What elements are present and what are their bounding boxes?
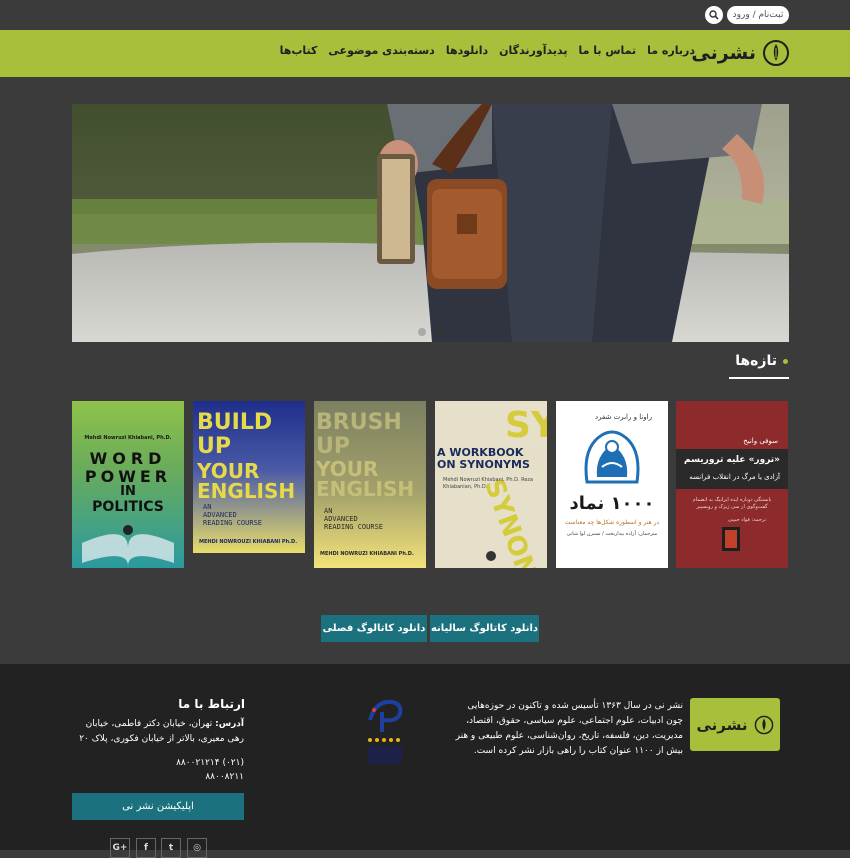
svg-text:SY: SY bbox=[505, 405, 547, 446]
slide-image bbox=[72, 104, 789, 342]
book-desc-2: ADVANCED bbox=[324, 515, 358, 523]
nav-books[interactable]: کتاب‌ها bbox=[280, 44, 318, 57]
book-author: MEHDI NOWRUZI KHIABANI Ph.D. bbox=[320, 551, 414, 557]
book-title: YOUR ENGLISH bbox=[197, 459, 296, 503]
nav-downloads[interactable]: دانلودها bbox=[446, 44, 488, 57]
book-subtitle: آزادی یا مرگ در انقلاب فرانسه bbox=[689, 473, 780, 481]
main-menu: کتاب‌ها دسته‌بندی موضوعی دانلودها پدیدآو… bbox=[280, 44, 695, 57]
book-author: MEHDI NOWROUZI KHIABANI Ph.D. bbox=[199, 539, 298, 545]
logo-text: نشرنی bbox=[691, 42, 756, 64]
bullet-icon bbox=[783, 358, 788, 364]
footer-logo[interactable]: نشرنی bbox=[690, 698, 780, 751]
download-annual-catalog-button[interactable]: دانلود کاتالوگ سالیانه bbox=[430, 615, 539, 642]
book-desc-1: AN bbox=[203, 503, 212, 511]
twitter-icon[interactable]: t bbox=[161, 838, 181, 858]
app-download-button[interactable]: اپلیکیشن نشر نی bbox=[72, 793, 244, 820]
footer-phone-1[interactable]: (۰۲۱) ۸۸۰۰۲۱۲۱۴ bbox=[120, 758, 244, 768]
book-description: بایستگی دوباره ایده ایرانیگ به انضمام گف… bbox=[692, 497, 772, 510]
book-title: «ترور» علیه تروریسم bbox=[684, 455, 780, 465]
footer-phone-2[interactable]: ۸۸۰۰۸۲۱۱ bbox=[120, 772, 244, 782]
book-translator: ترجمه: فواد حبیبی bbox=[727, 517, 766, 523]
book-author: سوفی وانیخ bbox=[743, 437, 778, 445]
slider-pagination bbox=[418, 328, 442, 336]
book-subtitle: در هنر و اسطوره شکل‌ها چه معناست bbox=[564, 519, 660, 526]
book-title-politics: POLITICS bbox=[92, 499, 164, 515]
book-cover[interactable]: راونا و رابرت شفرد ۱۰۰۰ نماد در هنر و اس… bbox=[556, 401, 668, 568]
section-title-underline bbox=[729, 377, 789, 379]
book-title: YOUR ENGLISH bbox=[316, 457, 415, 501]
footer-address-label: آدرس: bbox=[215, 719, 244, 729]
angel-illustration-icon bbox=[584, 430, 640, 484]
book-desc-3: READING COURSE bbox=[324, 523, 384, 531]
book-translators: مترجمان: آزاده بیداربخت / نسترن لوا شانی bbox=[566, 531, 658, 537]
pen-nib-logo-icon bbox=[763, 40, 789, 66]
book-title: ۱۰۰۰ نماد bbox=[569, 493, 655, 514]
download-seasonal-catalog-button[interactable]: دانلود کاتالوگ فصلی bbox=[321, 615, 427, 642]
book-cover[interactable]: BUILD UP YOUR ENGLISH AN ADVANCED READIN… bbox=[193, 401, 305, 553]
section-title-new: تازه‌ها bbox=[735, 353, 788, 369]
nav-contact[interactable]: تماس با ما bbox=[578, 44, 636, 57]
book-title-top: BUILD UP bbox=[197, 410, 273, 459]
book-cover[interactable]: BRUSH UP YOUR ENGLISH AN ADVANCED READIN… bbox=[314, 401, 426, 568]
nav-about[interactable]: درباره ما bbox=[647, 44, 695, 57]
facebook-icon[interactable]: f bbox=[136, 838, 156, 858]
book-cover[interactable]: Mehdi Nowruzi Khiabani, Ph.D. WORD POWER… bbox=[72, 401, 184, 568]
nav-categories[interactable]: دسته‌بندی موضوعی bbox=[328, 44, 434, 57]
book-title-in: IN bbox=[120, 484, 136, 499]
slider-dot-active[interactable] bbox=[434, 328, 442, 336]
slider-dot[interactable] bbox=[418, 328, 426, 336]
book-cover[interactable]: SY SYNONYMS SY A WORKBOOK ON SYNONYMS Me… bbox=[435, 401, 547, 568]
footer bbox=[0, 664, 850, 850]
main-navbar: نشرنی کتاب‌ها دسته‌بندی موضوعی دانلودها … bbox=[0, 30, 850, 77]
book-desc-2: ADVANCED bbox=[203, 511, 237, 519]
book-authors: Mehdi Nowruzi Khiabani, Ph.D. Reza Khiab… bbox=[443, 477, 534, 490]
google-plus-icon[interactable]: G+ bbox=[110, 838, 130, 858]
book-cover[interactable]: سوفی وانیخ «ترور» علیه تروریسم آزادی یا … bbox=[676, 401, 788, 568]
open-book-illustration-icon bbox=[82, 525, 174, 566]
instagram-icon[interactable]: ◎ bbox=[187, 838, 207, 858]
section-title-text: تازه‌ها bbox=[735, 353, 777, 369]
book-title-word: WORD bbox=[89, 449, 167, 468]
book-desc-3: READING COURSE bbox=[203, 519, 263, 527]
book-author: Mehdi Nowruzi Khiabani, Ph.D. bbox=[84, 435, 172, 441]
footer-about-text: نشر نی در سال ۱۳۶۳ تأسیس شده و تاکنون در… bbox=[455, 701, 683, 756]
login-register-button[interactable]: ثبت‌نام / ورود bbox=[727, 6, 789, 24]
footer-logo-text: نشرنی bbox=[696, 715, 748, 734]
nav-authors[interactable]: پدیدآورندگان bbox=[499, 44, 567, 57]
enamad-trust-badge-icon[interactable] bbox=[362, 690, 410, 770]
book-title: A WORKBOOK ON SYNONYMS bbox=[437, 446, 530, 471]
book-authors: راونا و رابرت شفرد bbox=[595, 413, 652, 421]
book-cover-art bbox=[676, 401, 788, 568]
book-desc-1: AN bbox=[324, 507, 333, 515]
book-title-top: BRUSH UP bbox=[316, 410, 402, 459]
footer-address: آدرس: تهران، خیابان دکتر فاطمی، خیابان ر… bbox=[72, 717, 244, 747]
site-logo[interactable]: نشرنی bbox=[691, 38, 790, 68]
footer-contact-title: ارتباط با ما bbox=[178, 697, 245, 711]
hero-slider[interactable] bbox=[72, 104, 789, 342]
search-button[interactable] bbox=[705, 6, 723, 24]
pen-nib-logo-icon bbox=[754, 715, 773, 734]
search-icon bbox=[709, 10, 719, 20]
